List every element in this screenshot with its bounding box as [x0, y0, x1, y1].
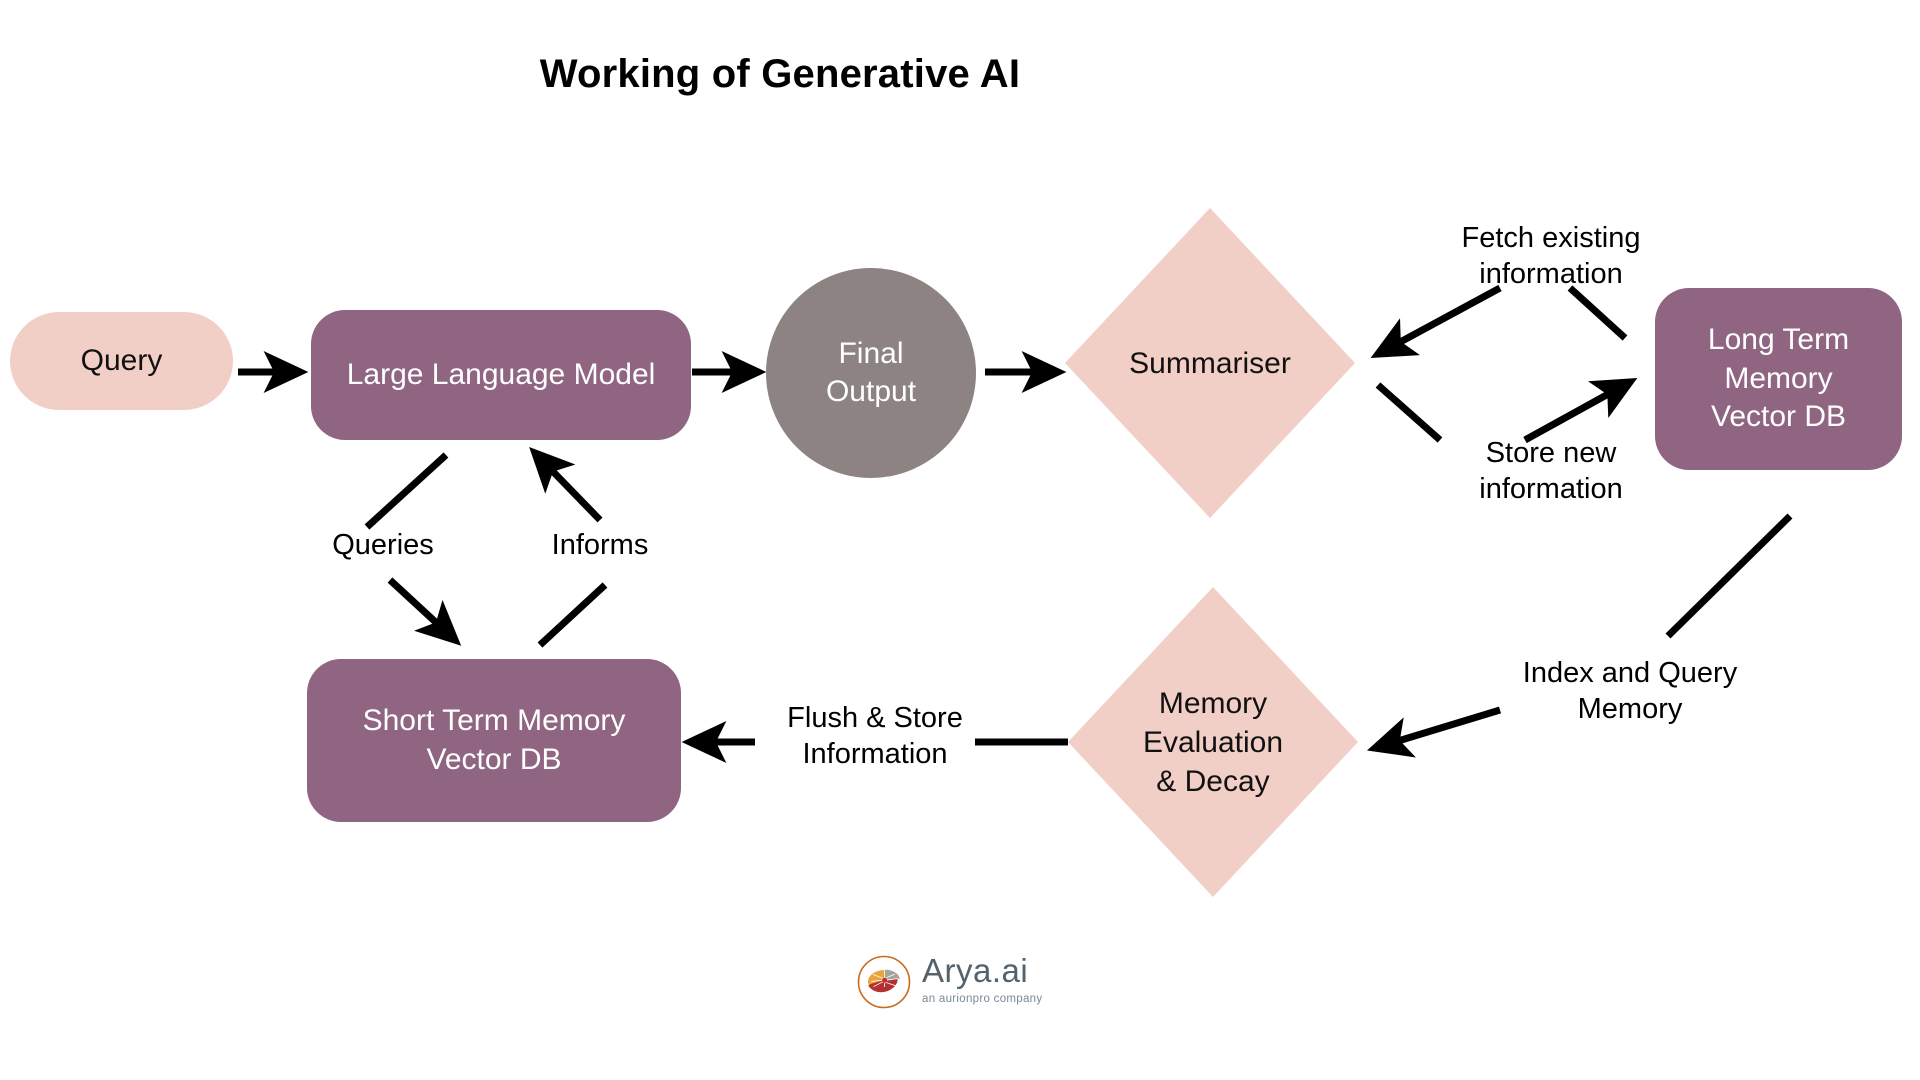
- edge-label-informs: Informs: [551, 529, 649, 561]
- node-long-term-memory-line2: Memory: [1724, 361, 1833, 395]
- edge-label-queries: Queries: [332, 529, 434, 561]
- logo-wordmark: Arya.ai: [922, 952, 1029, 989]
- node-short-term-memory-line2: Vector DB: [426, 742, 562, 776]
- arrow-long-term-memory-to-summariser: [1370, 284, 1628, 358]
- node-final-output-line2: Output: [825, 375, 917, 408]
- edge-label-store-new-information: Store new information: [1479, 437, 1623, 506]
- edge-label-index-and-query-memory: Index and Query Memory: [1522, 657, 1738, 726]
- node-query[interactable]: Query: [10, 312, 233, 410]
- logo-tagline: an aurionpro company: [922, 993, 1043, 1005]
- node-final-output[interactable]: Final Output: [766, 268, 976, 478]
- node-memory-evaluation[interactable]: Memory Evaluation & Decay: [1068, 587, 1358, 897]
- node-memory-evaluation-line2: Evaluation: [1142, 725, 1284, 759]
- node-long-term-memory-line3: Vector DB: [1710, 400, 1847, 434]
- edges-layer: [238, 284, 1793, 763]
- node-large-language-model[interactable]: Large Language Model: [311, 310, 691, 440]
- node-large-language-model-label: Large Language Model: [346, 357, 656, 391]
- node-query-label: Query: [80, 343, 163, 377]
- node-final-output-line1: Final: [838, 336, 904, 370]
- brain-circle-icon: [857, 955, 911, 1009]
- arya-ai-logo: Arya.ai an aurionpro company: [856, 952, 1066, 1030]
- node-summariser-label: Summariser: [1129, 346, 1291, 380]
- diagram-canvas: Working of Generative AI Query Large Lan…: [0, 0, 1920, 1080]
- node-short-term-memory-line1: Short Term Memory: [362, 704, 626, 738]
- arrow-summariser-to-long-term-memory: [1375, 377, 1638, 444]
- edge-label-fetch-existing-information: Fetch existing information: [1461, 222, 1641, 291]
- node-short-term-memory[interactable]: Short Term Memory Vector DB: [307, 659, 681, 822]
- node-summariser[interactable]: Summariser: [1065, 208, 1355, 518]
- node-summariser-label-wrap: Summariser: [1065, 208, 1355, 518]
- node-long-term-memory-line1: Long Term: [1707, 323, 1850, 357]
- node-memory-evaluation-line1: Memory: [1158, 686, 1268, 720]
- node-memory-evaluation-label-wrap: Memory Evaluation & Decay: [1068, 587, 1358, 897]
- edge-label-flush-and-store-information: Flush & Store Information: [787, 702, 963, 771]
- logo-text-block: Arya.ai an aurionpro company: [922, 952, 1042, 1006]
- page-title: Working of Generative AI: [539, 52, 1021, 96]
- node-memory-evaluation-line3: & Decay: [1156, 764, 1270, 798]
